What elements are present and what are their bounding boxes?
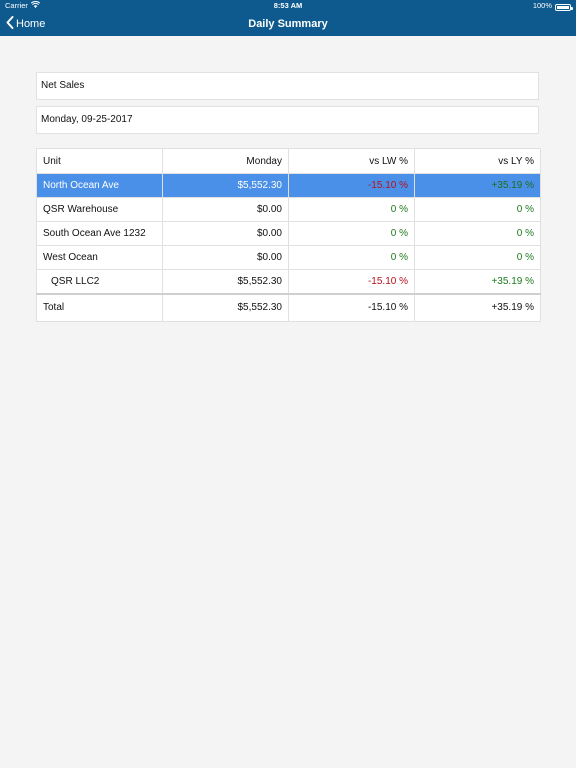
total-label: Total — [36, 292, 163, 322]
table-header-row: Unit Monday vs LW % vs LY % — [36, 148, 541, 174]
cell-unit: North Ocean Ave — [36, 173, 163, 198]
cell-monday: $0.00 — [162, 197, 289, 222]
cell-monday: $5,552.30 — [162, 173, 289, 198]
total-vs-ly: +35.19 % — [414, 292, 541, 322]
status-time: 8:53 AM — [273, 1, 303, 10]
cell-vs-ly: 0 % — [414, 245, 541, 270]
top-bar: Carrier 8:53 AM 100% Home Daily Summary — [0, 0, 576, 36]
cell-vs-ly: +35.19 % — [414, 269, 541, 294]
battery-percent: 100% — [532, 1, 552, 10]
total-monday: $5,552.30 — [162, 292, 289, 322]
header-vs-lw[interactable]: vs LW % — [288, 148, 415, 174]
cell-monday: $0.00 — [162, 245, 289, 270]
cell-vs-ly: +35.19 % — [414, 173, 541, 198]
cell-monday: $5,552.30 — [162, 269, 289, 294]
metric-selector[interactable]: Net Sales — [36, 72, 539, 100]
cell-vs-lw: 0 % — [288, 221, 415, 246]
table-row[interactable]: West Ocean $0.00 0 % 0 % — [36, 245, 541, 270]
table-row[interactable]: QSR LLC2 $5,552.30 -15.10 % +35.19 % — [36, 269, 541, 294]
header-unit[interactable]: Unit — [36, 148, 163, 174]
battery-icon — [555, 3, 573, 11]
header-vs-ly[interactable]: vs LY % — [414, 148, 541, 174]
status-bar: Carrier 8:53 AM 100% — [0, 0, 576, 12]
navigation-bar: Home Daily Summary — [0, 12, 576, 36]
cell-vs-lw: 0 % — [288, 197, 415, 222]
cell-unit: QSR LLC2 — [36, 269, 163, 294]
cell-monday: $0.00 — [162, 221, 289, 246]
cell-vs-lw: -15.10 % — [288, 173, 415, 198]
cell-vs-lw: 0 % — [288, 245, 415, 270]
summary-table: Unit Monday vs LW % vs LY % North Ocean … — [36, 148, 541, 322]
table-row[interactable]: South Ocean Ave 1232 $0.00 0 % 0 % — [36, 221, 541, 246]
date-selector[interactable]: Monday, 09-25-2017 — [36, 106, 539, 134]
total-vs-lw: -15.10 % — [288, 292, 415, 322]
total-row: Total $5,552.30 -15.10 % +35.19 % — [36, 292, 541, 322]
cell-vs-ly: 0 % — [414, 221, 541, 246]
table-row[interactable]: North Ocean Ave $5,552.30 -15.10 % +35.1… — [36, 173, 541, 198]
cell-vs-lw: -15.10 % — [288, 269, 415, 294]
cell-vs-ly: 0 % — [414, 197, 541, 222]
cell-unit: QSR Warehouse — [36, 197, 163, 222]
cell-unit: South Ocean Ave 1232 — [36, 221, 163, 246]
table-row[interactable]: QSR Warehouse $0.00 0 % 0 % — [36, 197, 541, 222]
battery-indicator: 100% — [532, 0, 573, 12]
page-title: Daily Summary — [248, 18, 328, 30]
header-monday[interactable]: Monday — [162, 148, 289, 174]
cell-unit: West Ocean — [36, 245, 163, 270]
